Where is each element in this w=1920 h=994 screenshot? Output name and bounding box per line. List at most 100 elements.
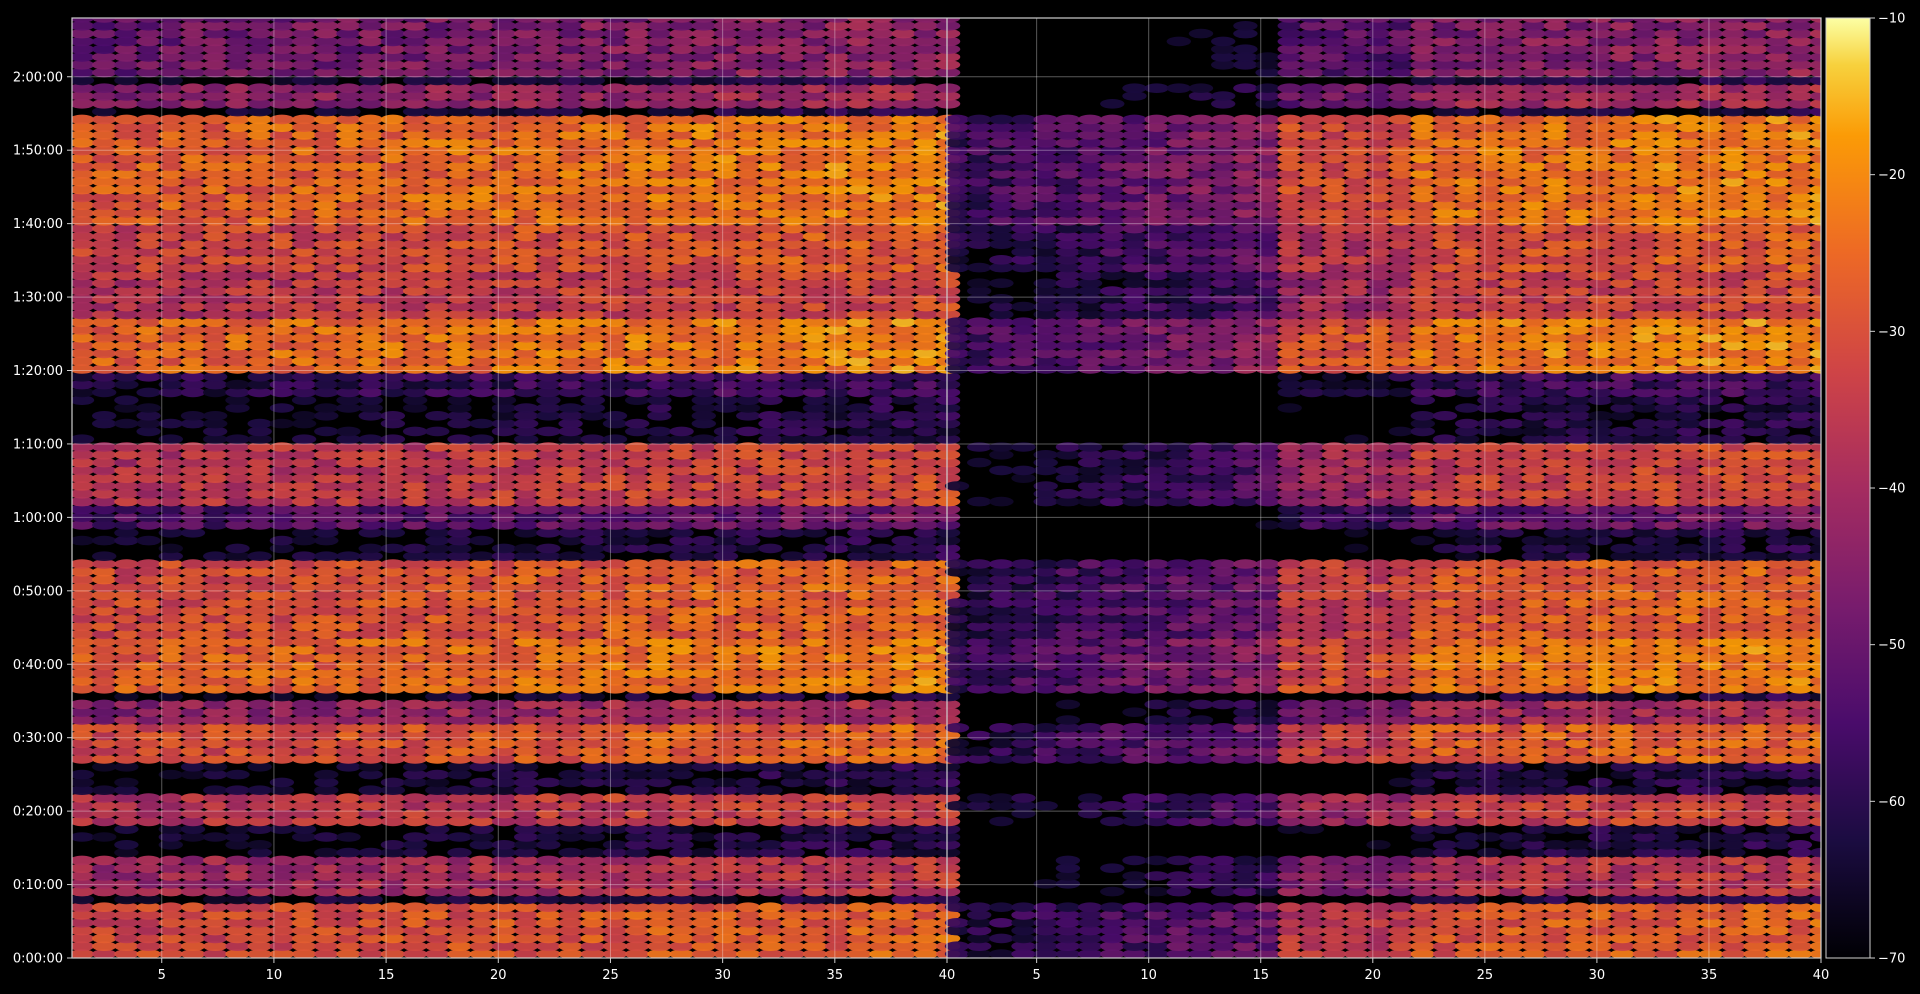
heatmap-cell [713, 777, 739, 788]
heatmap-cell [225, 785, 250, 795]
heatmap-cell [802, 543, 828, 554]
heatmap-cell [380, 840, 406, 850]
heatmap-cell [758, 840, 783, 850]
heatmap-cell [114, 840, 139, 850]
heatmap-cell [935, 83, 961, 93]
heatmap-cell [824, 559, 850, 569]
heatmap-cell [1233, 855, 1258, 866]
heatmap-cell [158, 114, 183, 125]
heatmap-cell [158, 855, 183, 866]
heatmap-cell [758, 902, 783, 912]
heatmap-cell [447, 832, 472, 842]
heatmap-cell [225, 543, 250, 554]
heatmap-cell [136, 699, 161, 710]
heatmap-cell [92, 411, 117, 421]
heatmap-cell [647, 559, 672, 569]
heatmap-cell [291, 114, 317, 125]
heatmap-cell [336, 699, 361, 710]
heatmap-cell [269, 535, 295, 546]
heatmap-cell [247, 551, 272, 561]
heatmap-cell [536, 543, 561, 554]
heatmap-cell [1410, 847, 1436, 858]
heatmap-cell [1255, 855, 1280, 866]
heatmap-cell [602, 793, 628, 803]
heatmap-cell [203, 855, 228, 866]
heatmap-cells [72, 18, 1821, 958]
heatmap-cell [336, 793, 361, 803]
heatmap-cell [92, 551, 117, 561]
heatmap-cell [402, 699, 428, 710]
heatmap-cell [1321, 902, 1347, 912]
heatmap-cell [291, 855, 317, 866]
heatmap-cell [402, 543, 428, 554]
heatmap-cell [247, 418, 272, 429]
heatmap-cell [869, 793, 894, 803]
heatmap-cell [72, 769, 95, 780]
heatmap-cell [158, 769, 183, 780]
heatmap-cell [758, 543, 783, 554]
heatmap-cell [1122, 871, 1147, 881]
heatmap-cell [180, 855, 206, 866]
heatmap-cell [1321, 855, 1347, 866]
heatmap-cell [1144, 871, 1169, 881]
heatmap-cell [580, 793, 605, 803]
heatmap-cell [402, 832, 428, 842]
heatmap-cell [358, 699, 383, 710]
heatmap-cell [847, 403, 872, 413]
heatmap-cell [891, 411, 916, 421]
heatmap-cell [1188, 902, 1214, 912]
heatmap-cell [158, 902, 183, 912]
heatmap-cell [380, 902, 406, 912]
heatmap-cell [380, 83, 406, 93]
heatmap-cell [380, 543, 406, 554]
heatmap-cell [425, 411, 450, 421]
heatmap-cell [713, 832, 739, 842]
heatmap-cell [269, 559, 295, 569]
heatmap-cell [802, 699, 828, 710]
heatmap-cell [180, 699, 206, 710]
heatmap-cell [580, 114, 605, 125]
heatmap-cell [314, 769, 339, 780]
heatmap-cell [691, 434, 716, 445]
heatmap-cell [180, 559, 206, 569]
heatmap-cell [758, 411, 783, 421]
heatmap-cell [944, 902, 970, 912]
heatmap-cell [1477, 902, 1502, 912]
heatmap-cell [1499, 855, 1524, 866]
heatmap-cell [514, 403, 539, 413]
heatmap-cell [158, 434, 183, 445]
heatmap-cell [92, 535, 117, 546]
heatmap-cell [736, 902, 761, 912]
heatmap-cell [380, 114, 406, 125]
heatmap-cell [802, 769, 828, 780]
heatmap-cell [269, 418, 295, 429]
heatmap-cell [558, 551, 583, 561]
heatmap-cell [92, 83, 117, 93]
heatmap-cell [269, 114, 295, 125]
heatmap-cell [72, 535, 95, 546]
heatmap-cell [469, 551, 494, 561]
heatmap-cell [358, 434, 383, 445]
heatmap-cell [580, 434, 605, 445]
heatmap-cell [713, 699, 739, 710]
heatmap-cell [72, 855, 95, 866]
heatmap-cell [136, 855, 161, 866]
heatmap-cell [847, 699, 872, 710]
heatmap-cell [691, 535, 716, 546]
heatmap-cell [402, 426, 428, 437]
heatmap-cell [1455, 855, 1480, 866]
heatmap-cell [1565, 902, 1591, 912]
heatmap-cell [989, 933, 1014, 944]
heatmap-cell [425, 769, 450, 780]
heatmap-cell [314, 426, 339, 437]
heatmap-cell [447, 847, 472, 858]
heatmap-cell [669, 785, 694, 795]
heatmap-cell [1388, 855, 1413, 866]
heatmap-cell [558, 793, 583, 803]
heatmap-cell [602, 83, 628, 93]
heatmap-cell [491, 699, 517, 710]
heatmap-cell [336, 551, 361, 561]
heatmap-cell [380, 699, 406, 710]
heatmap-cell [114, 559, 139, 569]
heatmap-cell [72, 699, 95, 710]
